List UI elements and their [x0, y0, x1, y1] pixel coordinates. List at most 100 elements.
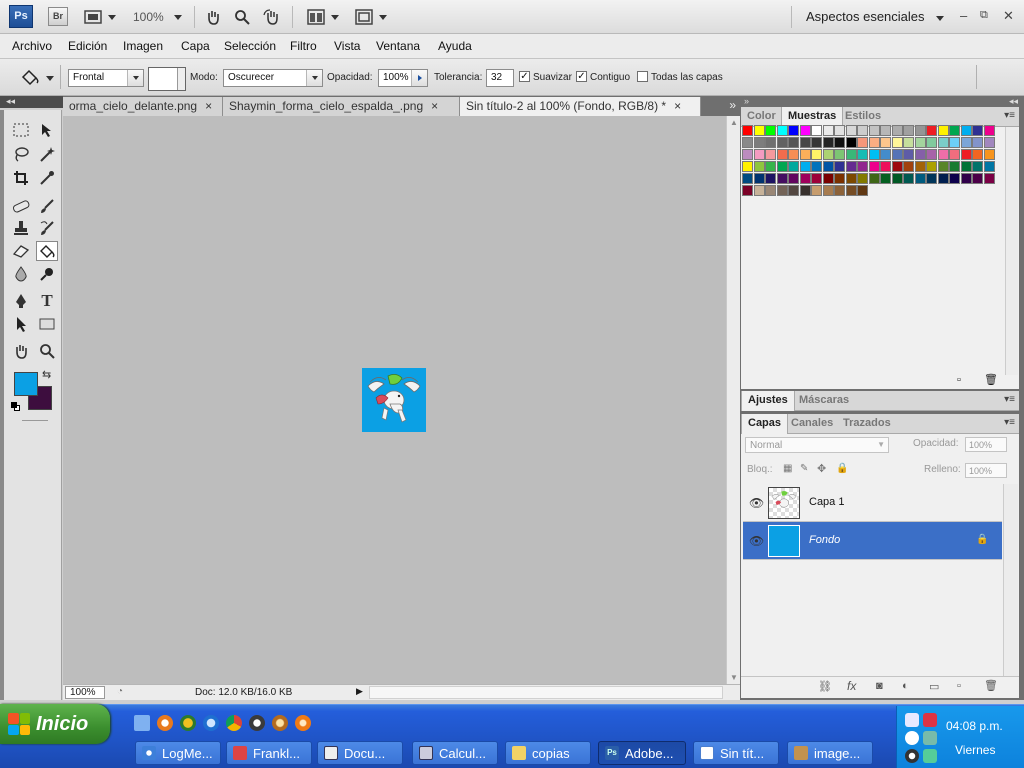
taskbar-button-copias[interactable]: copias — [505, 741, 591, 765]
zoom-tool-button[interactable] — [234, 7, 250, 27]
firefox-icon[interactable] — [295, 715, 311, 731]
shape-tool[interactable] — [36, 314, 58, 334]
swatch[interactable] — [822, 137, 834, 148]
taskbar-button-logme[interactable]: LogMe... — [135, 741, 221, 765]
swatch[interactable] — [857, 149, 868, 160]
screen-mode-toggle[interactable] — [355, 7, 387, 27]
trash-icon[interactable]: 🗑 — [984, 373, 998, 386]
fx-icon[interactable]: fx — [847, 679, 856, 693]
expand-icon[interactable]: » — [744, 96, 749, 106]
swatch[interactable] — [868, 149, 880, 160]
swatch[interactable] — [765, 173, 776, 184]
swatch[interactable] — [926, 137, 937, 148]
group-folder-icon[interactable]: ▭ — [929, 680, 939, 693]
status-zoom-input[interactable]: 100% — [65, 686, 105, 699]
swatch[interactable] — [914, 173, 926, 184]
swatch[interactable] — [937, 173, 949, 184]
swatch[interactable] — [788, 173, 799, 184]
tab-masks[interactable]: Máscaras — [793, 391, 855, 411]
swatch[interactable] — [765, 125, 776, 136]
shared-icon[interactable] — [272, 715, 288, 731]
start-button[interactable]: Inicio — [0, 704, 110, 744]
status-info-icon[interactable]: ◔ — [117, 686, 123, 697]
swatch[interactable] — [799, 185, 811, 196]
all-layers-checkbox[interactable] — [637, 71, 648, 82]
swatch[interactable] — [753, 173, 765, 184]
tab-color[interactable]: Color — [741, 107, 782, 127]
collapse-icon[interactable]: ◂◂ — [6, 96, 15, 107]
swatch[interactable] — [834, 161, 845, 172]
magic-wand-tool[interactable] — [36, 144, 58, 164]
panel-menu-icon[interactable]: ▾≡ — [1004, 110, 1015, 121]
swatch[interactable] — [903, 173, 914, 184]
swatch[interactable] — [972, 161, 983, 172]
swatch[interactable] — [972, 149, 983, 160]
swatch[interactable] — [891, 137, 903, 148]
chevron-down-icon[interactable] — [46, 76, 54, 81]
arrange-documents-button[interactable] — [307, 7, 339, 27]
swatch[interactable] — [937, 137, 949, 148]
swatch[interactable] — [742, 125, 753, 136]
tab-styles[interactable]: Estilos — [839, 107, 887, 127]
swatch[interactable] — [914, 161, 926, 172]
swatch[interactable] — [972, 137, 983, 148]
app-icon[interactable] — [180, 715, 196, 731]
swatch[interactable] — [857, 173, 868, 184]
swatch[interactable] — [960, 137, 972, 148]
swatch[interactable] — [788, 137, 799, 148]
swatch[interactable] — [903, 149, 914, 160]
minimize-button[interactable]: – — [960, 8, 967, 23]
menu-edicion[interactable]: Edición — [68, 39, 107, 53]
history-brush-tool[interactable] — [36, 218, 58, 238]
swatch[interactable] — [949, 161, 960, 172]
swatch[interactable] — [822, 125, 834, 136]
tab-adjustments[interactable]: Ajustes — [741, 391, 795, 411]
swatch[interactable] — [891, 125, 903, 136]
taskbar-button-frankl[interactable]: Frankl... — [226, 741, 312, 765]
swatch[interactable] — [868, 173, 880, 184]
swatch[interactable] — [776, 185, 788, 196]
taskbar-button-image[interactable]: image... — [787, 741, 873, 765]
swatch[interactable] — [983, 125, 995, 136]
crop-tool[interactable] — [10, 168, 32, 188]
swatch[interactable] — [742, 137, 753, 148]
lock-all-icon[interactable]: 🔒 — [836, 463, 848, 474]
lock-position-icon[interactable]: ✥ — [817, 462, 826, 475]
tray-icon[interactable] — [923, 731, 937, 745]
swatch[interactable] — [765, 161, 776, 172]
trash-icon[interactable]: 🗑 — [984, 679, 998, 692]
swatch[interactable] — [937, 149, 949, 160]
close-icon[interactable]: × — [431, 99, 438, 113]
swatch[interactable] — [811, 185, 822, 196]
swatch[interactable] — [753, 161, 765, 172]
scroll-down-icon[interactable]: ▼ — [730, 673, 738, 682]
tab-doc-3[interactable]: Sin título-2 al 100% (Fondo, RGB/8) * × — [460, 97, 701, 116]
eye-icon[interactable]: 👁 — [749, 496, 764, 510]
swatch[interactable] — [776, 173, 788, 184]
swatch[interactable] — [811, 149, 822, 160]
swatch[interactable] — [834, 137, 845, 148]
taskbar-button-calcul[interactable]: Calcul... — [412, 741, 498, 765]
swatch[interactable] — [845, 149, 857, 160]
taskbar-button-docu[interactable]: Docu... — [317, 741, 403, 765]
zoom-level-select[interactable]: 100% — [133, 7, 182, 27]
clock-time[interactable]: 04:08 p.m. — [946, 719, 1003, 733]
swatch[interactable] — [776, 161, 788, 172]
swatch[interactable] — [822, 185, 834, 196]
menu-archivo[interactable]: Archivo — [12, 39, 52, 53]
tray-icon[interactable] — [923, 749, 937, 763]
swatch[interactable] — [742, 173, 753, 184]
swatch[interactable] — [845, 161, 857, 172]
swatch[interactable] — [753, 125, 765, 136]
marquee-tool[interactable] — [10, 120, 32, 140]
tray-icon[interactable] — [923, 713, 937, 727]
swatch[interactable] — [972, 173, 983, 184]
swatch[interactable] — [926, 161, 937, 172]
swatch[interactable] — [765, 185, 776, 196]
brush-tool[interactable] — [36, 196, 58, 216]
swatch[interactable] — [903, 137, 914, 148]
antialias-checkbox[interactable]: ✓ — [519, 71, 530, 82]
panda-icon[interactable] — [905, 731, 919, 745]
lock-pixels-icon[interactable]: ✎ — [800, 463, 808, 474]
swatch[interactable] — [799, 173, 811, 184]
